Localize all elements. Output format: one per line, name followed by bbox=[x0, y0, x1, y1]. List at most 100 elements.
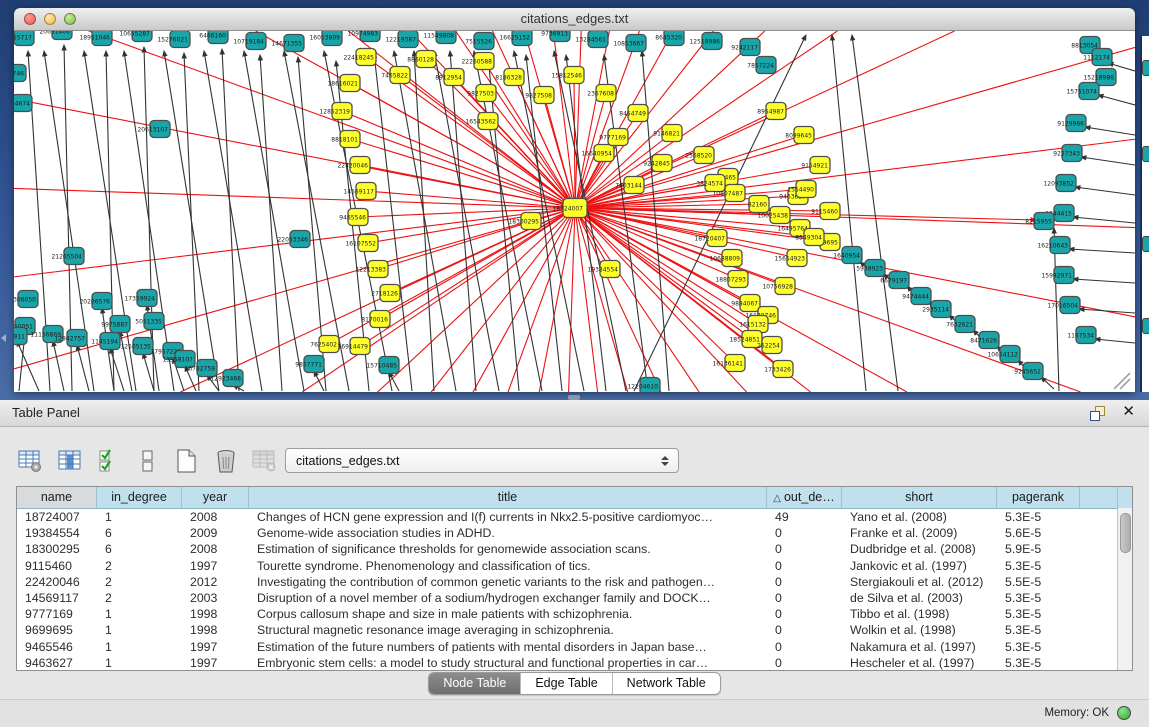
table-cell[interactable]: 1 bbox=[97, 622, 182, 638]
table-cell[interactable]: 2 bbox=[97, 574, 182, 590]
graph-node[interactable]: 8954987 bbox=[757, 103, 786, 120]
graph-node[interactable]: 1167534 bbox=[1067, 327, 1096, 344]
graph-node[interactable]: 16543562 bbox=[465, 113, 498, 130]
graph-node[interactable]: 17359924 bbox=[124, 290, 157, 307]
table-row[interactable]: 1456911722003Disruption of a novel membe… bbox=[17, 590, 1132, 606]
table-row[interactable]: 1938455462009Genome-wide association stu… bbox=[17, 525, 1132, 541]
graph-node[interactable]: 7625402 bbox=[310, 336, 339, 353]
graph-node[interactable]: 19364674 bbox=[14, 95, 32, 112]
table-cell[interactable]: 2008 bbox=[182, 541, 249, 557]
graph-node[interactable]: 16625152 bbox=[499, 31, 532, 46]
table-cell[interactable]: 2003 bbox=[182, 590, 249, 606]
table-cell[interactable]: 5.3E-5 bbox=[997, 622, 1080, 638]
graph-node[interactable]: 9154921 bbox=[801, 157, 830, 174]
table-row[interactable]: 1872400712008Changes of HCN gene express… bbox=[17, 509, 1132, 525]
table-cell[interactable]: 5.3E-5 bbox=[997, 655, 1080, 671]
graph-node[interactable]: 10756928 bbox=[762, 278, 795, 295]
graph-node[interactable]: 9227343 bbox=[1053, 145, 1082, 162]
graph-node[interactable]: 20206576 bbox=[79, 293, 112, 310]
table-cell[interactable]: Embryonic stem cells: a model to study s… bbox=[249, 655, 767, 671]
table-cell[interactable]: 6 bbox=[97, 525, 182, 541]
column-header-year[interactable]: year bbox=[182, 487, 249, 508]
graph-node[interactable]: 82160 bbox=[748, 196, 769, 213]
graph-node[interactable]: 3824574 bbox=[696, 175, 725, 192]
table-cell[interactable]: Franke et al. (2009) bbox=[842, 525, 997, 541]
graph-node[interactable]: 9129966 bbox=[1057, 115, 1086, 132]
graph-node[interactable]: 22260588 bbox=[461, 53, 494, 70]
graph-node[interactable]: 8818101 bbox=[331, 131, 360, 148]
table-cell[interactable]: 1997 bbox=[182, 655, 249, 671]
column-header-short[interactable]: short bbox=[842, 487, 997, 508]
graph-node[interactable]: 1145194 bbox=[91, 333, 120, 350]
table-cell[interactable]: Stergiakouli et al. (2012) bbox=[842, 574, 997, 590]
graph-node[interactable]: 7465822 bbox=[381, 67, 410, 84]
graph-node[interactable]: 10974983 bbox=[347, 31, 380, 42]
table-cell[interactable]: 1997 bbox=[182, 558, 249, 574]
table-row[interactable]: 946554611997Estimation of the future num… bbox=[17, 639, 1132, 655]
graph-node[interactable]: 7515526 bbox=[465, 33, 494, 50]
table-cell[interactable]: 5.3E-5 bbox=[997, 558, 1080, 574]
graph-node[interactable]: 15812546 bbox=[551, 67, 584, 84]
graph-node[interactable]: 20613107 bbox=[137, 121, 170, 138]
table-cell[interactable]: 5.9E-5 bbox=[997, 541, 1080, 557]
graph-node[interactable]: 9736913 bbox=[541, 31, 570, 42]
table-cell[interactable]: Wolkin et al. (1998) bbox=[842, 622, 997, 638]
table-cell[interactable]: 0 bbox=[767, 606, 842, 622]
table-cell[interactable]: Changes of HCN gene expression and I(f) … bbox=[249, 509, 767, 525]
table-cell[interactable]: 0 bbox=[767, 525, 842, 541]
column-header-filler[interactable] bbox=[1080, 487, 1118, 508]
table-cell[interactable]: Estimation of the future numbers of pati… bbox=[249, 639, 767, 655]
graph-node[interactable]: 18807293 bbox=[715, 271, 748, 288]
table-row[interactable]: 1830029562008Estimation of significance … bbox=[17, 541, 1132, 557]
table-row[interactable]: 911546021997Tourette syndrome. Phenomeno… bbox=[17, 558, 1132, 574]
graph-node[interactable]: 10655287 bbox=[119, 31, 152, 42]
table-cell[interactable]: 9463627 bbox=[17, 655, 97, 671]
graph-node[interactable]: 18951046 bbox=[79, 31, 112, 46]
table-cell[interactable]: Structural magnetic resonance image aver… bbox=[249, 622, 767, 638]
graph-node[interactable]: 8170016 bbox=[361, 311, 390, 328]
network-window-titlebar[interactable]: citations_edges.txt bbox=[14, 8, 1135, 31]
column-header-out_de…[interactable]: △out_de… bbox=[767, 487, 842, 508]
graph-node[interactable]: 12518986 bbox=[689, 33, 722, 50]
graph-node[interactable]: 10719184 bbox=[233, 33, 266, 50]
graph-node[interactable]: 8471626 bbox=[970, 332, 999, 349]
table-cell[interactable]: Tibbo et al. (1998) bbox=[842, 606, 997, 622]
table-cell[interactable]: 2 bbox=[97, 558, 182, 574]
graph-node[interactable]: 9827503 bbox=[467, 85, 496, 102]
table-cell[interactable]: 18724007 bbox=[17, 509, 97, 525]
graph-node[interactable]: 3915911 bbox=[14, 328, 27, 345]
float-panel-icon[interactable] bbox=[1090, 406, 1105, 420]
table-cell[interactable]: 0 bbox=[767, 558, 842, 574]
table-cell[interactable]: Corpus callosum shape and size in male p… bbox=[249, 606, 767, 622]
tab-network-table[interactable]: Network Table bbox=[613, 673, 720, 694]
graph-node[interactable]: 6466160 bbox=[199, 31, 228, 44]
graph-node[interactable]: 10853667 bbox=[613, 35, 646, 52]
graph-node[interactable]: 8454749 bbox=[619, 105, 648, 122]
graph-node[interactable]: 9245652 bbox=[1014, 363, 1043, 380]
collapse-pane-icon[interactable] bbox=[1, 334, 6, 342]
form-view-icon[interactable] bbox=[133, 446, 163, 476]
graph-node[interactable]: 16053809 bbox=[309, 31, 342, 46]
graph-node[interactable]: 22420046 bbox=[337, 157, 370, 174]
table-cell[interactable]: 0 bbox=[767, 622, 842, 638]
graph-node[interactable]: 8186328 bbox=[495, 69, 524, 86]
table-cell[interactable]: 9465546 bbox=[17, 639, 97, 655]
graph-node[interactable]: 8099645 bbox=[785, 127, 814, 144]
table-cell[interactable]: 2 bbox=[97, 590, 182, 606]
graph-node[interactable]: 22053346 bbox=[277, 231, 310, 248]
table-cell[interactable]: 5.3E-5 bbox=[997, 606, 1080, 622]
graph-node[interactable]: 16914479 bbox=[337, 338, 370, 355]
graph-node[interactable]: 11549808 bbox=[423, 31, 456, 44]
table-cell[interactable]: Disruption of a novel member of a sodium… bbox=[249, 590, 767, 606]
graph-node[interactable]: 16107552 bbox=[345, 235, 378, 252]
column-visibility-icon[interactable] bbox=[55, 446, 85, 476]
table-cell[interactable]: 6 bbox=[97, 541, 182, 557]
table-cell[interactable]: Jankovic et al. (1997) bbox=[842, 558, 997, 574]
table-cell[interactable]: 2008 bbox=[182, 509, 249, 525]
new-table-icon[interactable] bbox=[172, 446, 202, 476]
graph-node[interactable]: 15654923 bbox=[774, 250, 807, 267]
table-cell[interactable]: 5.3E-5 bbox=[997, 639, 1080, 655]
graph-node[interactable]: 20691406 bbox=[39, 31, 72, 40]
table-scrollbar[interactable] bbox=[1117, 508, 1132, 670]
table-cell[interactable]: Hescheler et al. (1997) bbox=[842, 655, 997, 671]
